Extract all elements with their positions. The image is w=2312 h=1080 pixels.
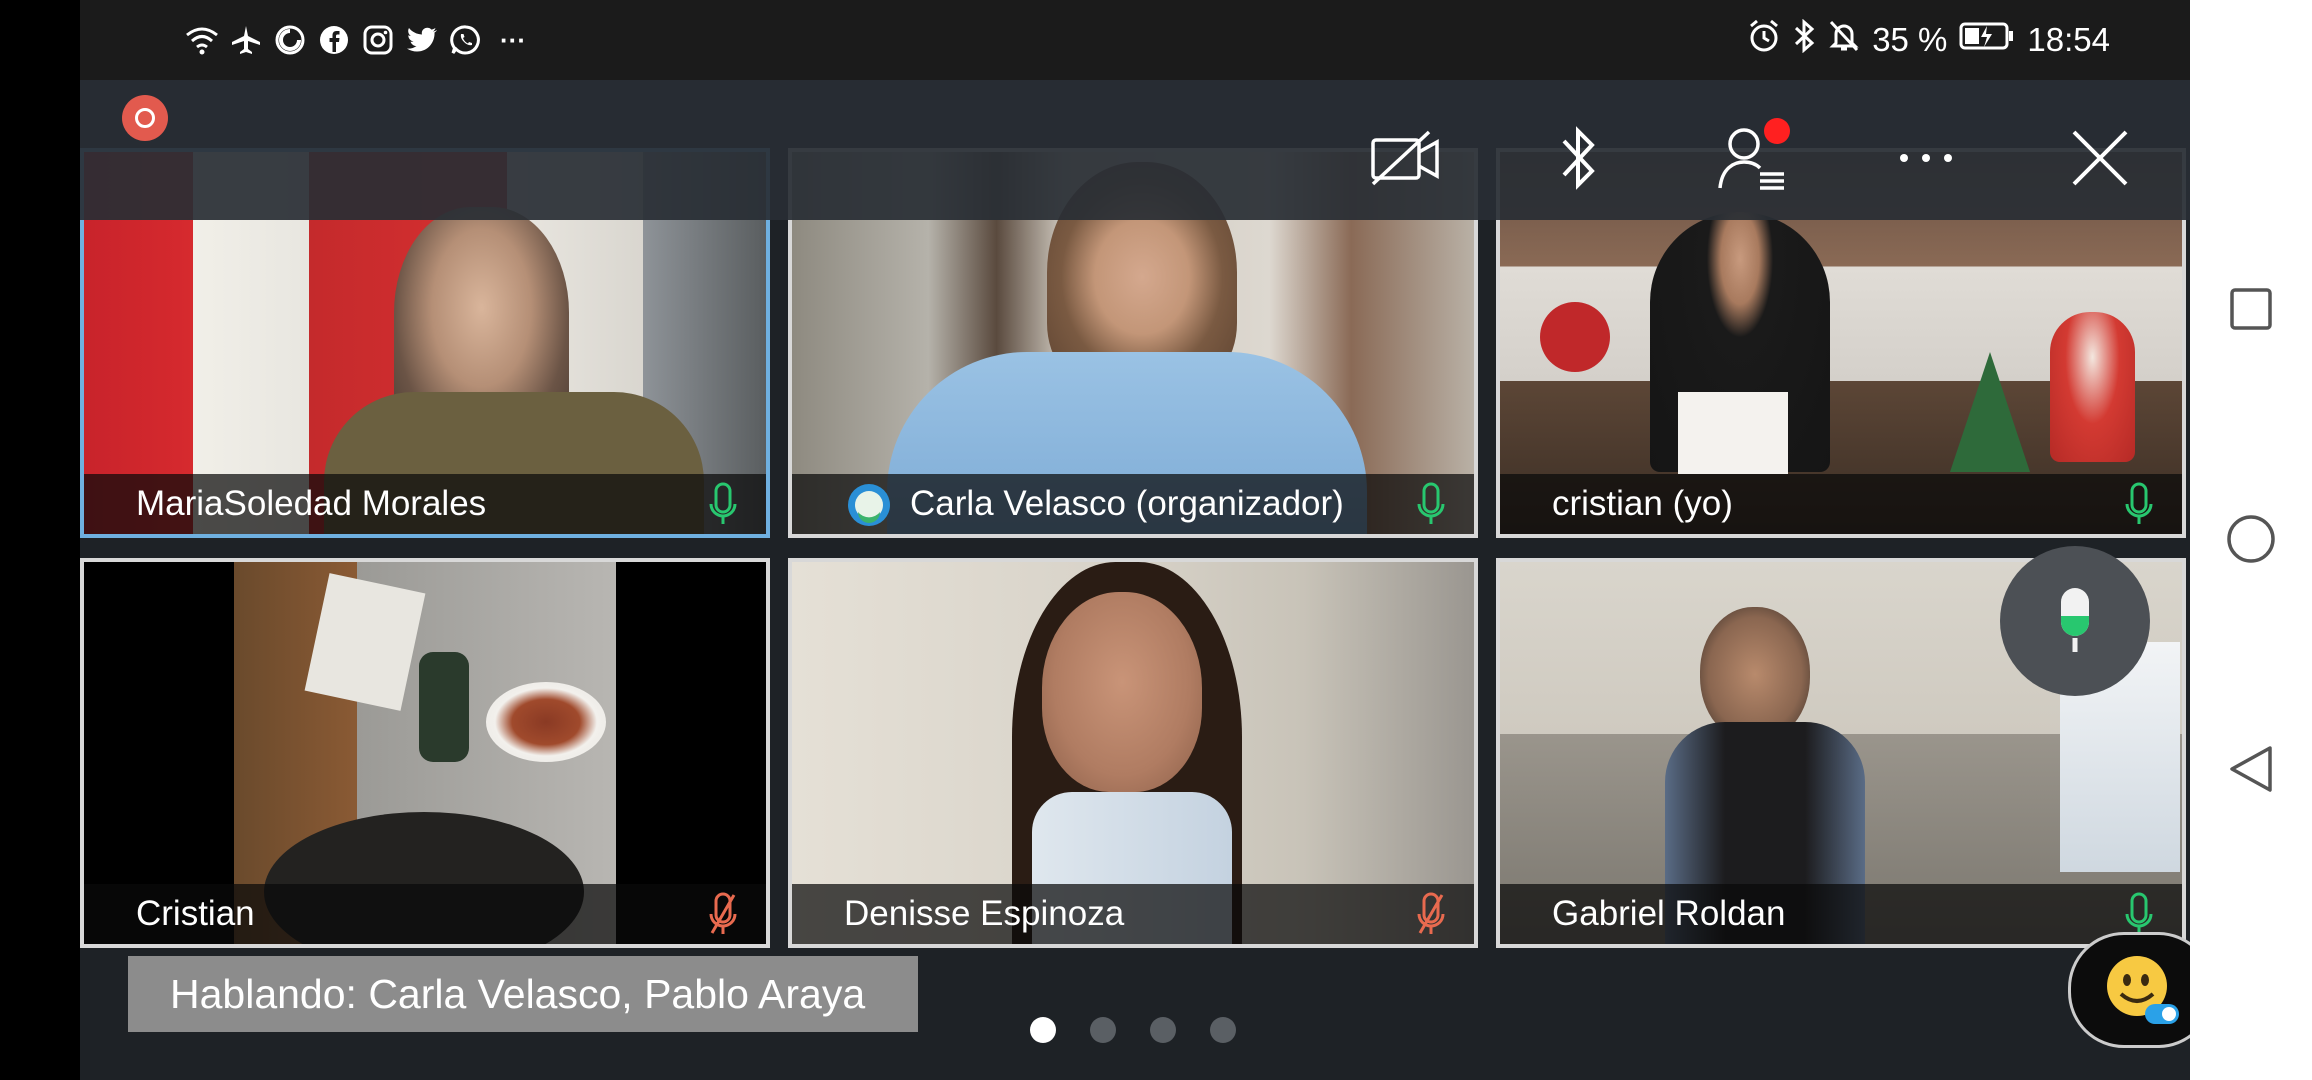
meeting-screen: ··· 35 % 18:54 MariaSoledad Morales Carl… (80, 0, 2190, 1080)
mic-muted-icon (1417, 892, 1445, 934)
airplane-icon (229, 23, 263, 57)
back-button[interactable] (2226, 744, 2276, 794)
bluetooth-status-icon (1792, 18, 1816, 61)
participant-name: Cristian (136, 894, 255, 933)
instagram-icon (361, 23, 395, 57)
participants-icon[interactable] (1712, 118, 1792, 198)
notification-dot (1764, 118, 1790, 144)
system-navigation-bar (2190, 0, 2312, 1080)
participant-namebar: Cristian (84, 884, 766, 944)
mic-on-icon (709, 482, 737, 524)
participant-namebar: cristian (yo) (1500, 474, 2182, 534)
active-speakers-text: Hablando: Carla Velasco, Pablo Araya (170, 970, 866, 1017)
page-dot[interactable] (1090, 1017, 1116, 1043)
microphone-icon (2061, 588, 2089, 652)
circle-icon (2227, 515, 2275, 563)
mic-on-icon (1417, 482, 1445, 524)
microphone-button[interactable] (2000, 546, 2150, 696)
close-icon[interactable] (2060, 118, 2140, 198)
active-speakers-label: Hablando: Carla Velasco, Pablo Araya (128, 956, 918, 1032)
whatsapp-icon (449, 23, 483, 57)
more-options-icon[interactable] (1886, 118, 1966, 198)
mic-on-icon (2125, 482, 2153, 524)
back-triangle-icon (2230, 746, 2272, 792)
participant-tile[interactable]: Denisse Espinoza (788, 558, 1478, 948)
participant-namebar: Carla Velasco (organizador) (792, 474, 1474, 534)
twitter-icon (405, 23, 439, 57)
participant-tile[interactable]: Cristian (80, 558, 770, 948)
wifi-icon (185, 23, 219, 57)
participant-namebar: Denisse Espinoza (792, 884, 1474, 944)
page-dot[interactable] (1150, 1017, 1176, 1043)
participant-name: Denisse Espinoza (844, 894, 1125, 933)
battery-percentage: 35 % (1872, 21, 1948, 58)
more-icon: ··· (500, 24, 526, 55)
facebook-icon (317, 23, 351, 57)
recording-indicator (122, 95, 168, 141)
status-bar: ··· 35 % 18:54 (80, 0, 2190, 80)
organizer-badge-icon (846, 482, 892, 533)
participant-name: Carla Velasco (organizador) (910, 484, 1344, 523)
mic-on-icon (2125, 892, 2153, 934)
participant-namebar: Gabriel Roldan (1500, 884, 2182, 944)
camera-off-icon[interactable] (1365, 118, 1445, 198)
sync-icon (273, 23, 307, 57)
alarm-icon (1748, 19, 1780, 61)
page-dot[interactable] (1030, 1017, 1056, 1043)
participant-name: cristian (yo) (1552, 484, 1733, 523)
participant-name: MariaSoledad Morales (136, 484, 487, 523)
mic-muted-icon (709, 892, 737, 934)
participant-namebar: MariaSoledad Morales (84, 474, 766, 534)
clock: 18:54 (2027, 21, 2110, 58)
page-dot[interactable] (1210, 1017, 1236, 1043)
emoji-icon (2107, 956, 2179, 1024)
meeting-toolbar (80, 80, 2190, 220)
reactions-button[interactable] (2068, 932, 2190, 1048)
participant-name: Gabriel Roldan (1552, 894, 1786, 933)
page-indicator[interactable] (1030, 1017, 1236, 1043)
recent-apps-button[interactable] (2226, 284, 2276, 334)
bluetooth-icon[interactable] (1538, 118, 1618, 198)
status-bar-system: 35 % 18:54 (1748, 14, 2110, 66)
mute-notifications-icon (1828, 19, 1860, 61)
home-button[interactable] (2226, 514, 2276, 564)
square-icon (2230, 288, 2272, 330)
status-bar-notification-icons: ··· (185, 18, 533, 62)
battery-icon (1959, 21, 2015, 59)
